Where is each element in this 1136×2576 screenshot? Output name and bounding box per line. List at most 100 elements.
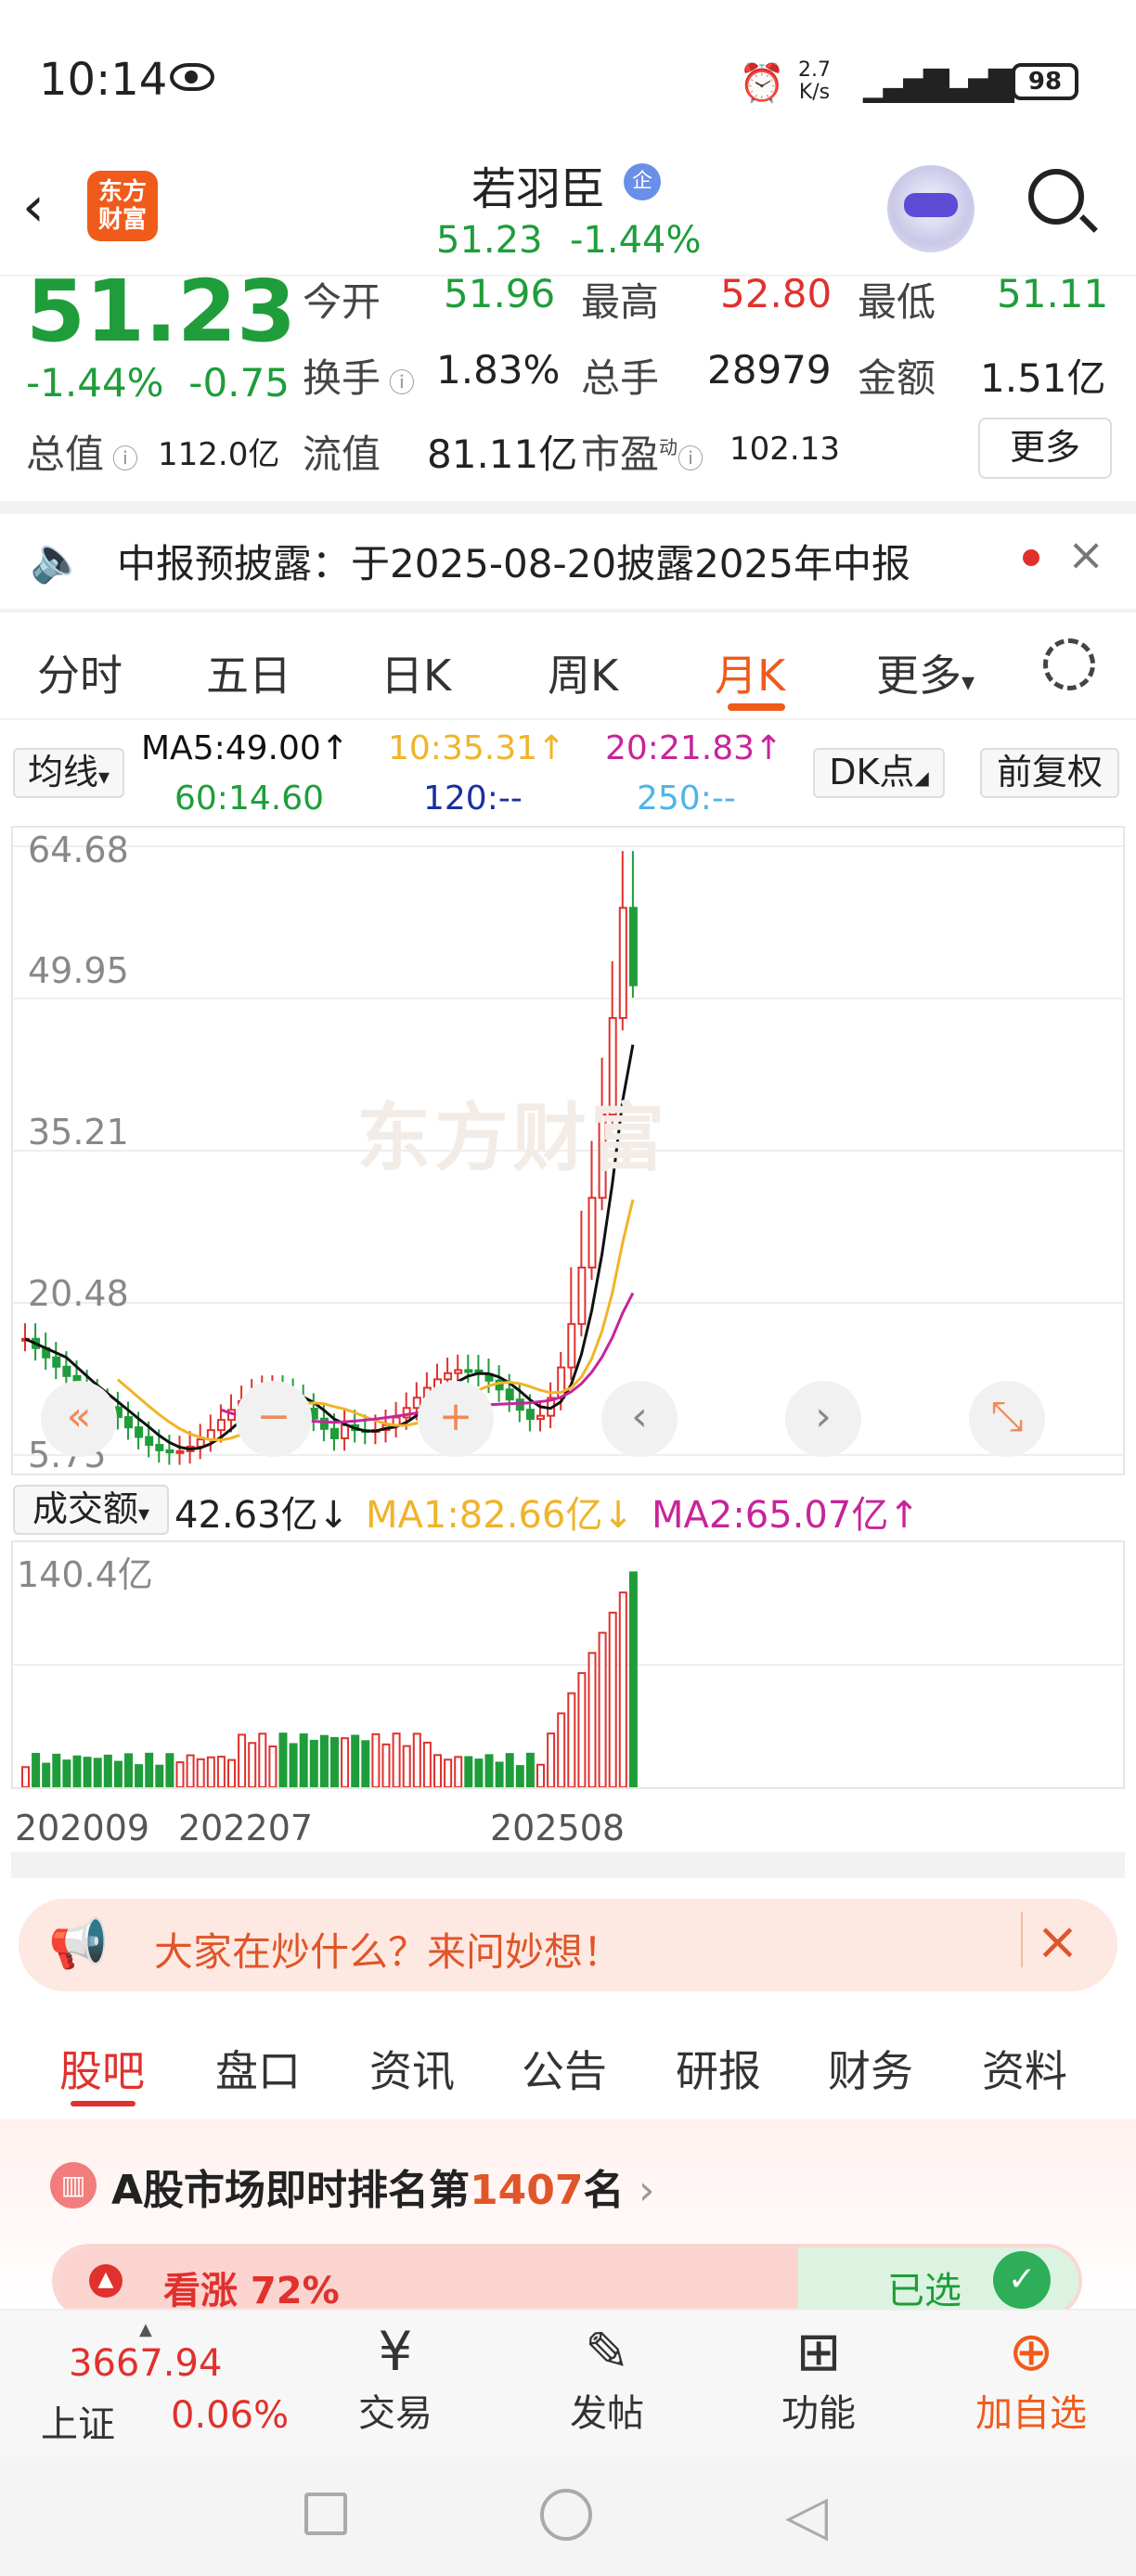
vote-bar[interactable]: ▲ 看涨 72% 已选 ✓ <box>52 2244 1082 2318</box>
tab-pankou[interactable]: 盘口 <box>215 2038 301 2099</box>
volume-bar <box>196 1758 205 1787</box>
candle <box>444 1372 453 1381</box>
up-arrow-icon: ▲ <box>89 2264 123 2298</box>
float-label: 流值 <box>303 431 381 477</box>
turnover-label[interactable]: 换手 ⓘ <box>303 347 415 404</box>
vote-selected-label: 已选 <box>887 2270 962 2312</box>
volume-bar <box>557 1712 566 1787</box>
assistant-robot-icon[interactable] <box>887 165 975 252</box>
divider <box>1021 1912 1023 1967</box>
volume-bar <box>72 1755 82 1787</box>
volume-bar <box>495 1761 504 1787</box>
back-icon[interactable]: ‹ <box>22 174 45 239</box>
volume-bar <box>351 1734 360 1787</box>
tab-monthk[interactable]: 月K <box>715 642 785 703</box>
fullscreen-icon[interactable]: ⤡ <box>969 1381 1045 1457</box>
trade-button[interactable]: ¥ 交易 <box>340 2320 451 2437</box>
index-name[interactable]: 上证 <box>41 2394 115 2448</box>
zoom-in-icon[interactable]: + <box>418 1381 494 1457</box>
volume-svg[interactable] <box>13 1542 1123 1787</box>
promo-text[interactable]: 大家在炒什么？来问妙想！ <box>154 1921 622 1977</box>
volume-bar <box>422 1741 432 1787</box>
scroll-start-icon[interactable]: « <box>41 1381 117 1457</box>
add-watchlist-button[interactable]: ⊕ 加自选 <box>962 2320 1101 2437</box>
tab-ziliao[interactable]: 资料 <box>982 2038 1067 2099</box>
volume-bar <box>227 1758 236 1787</box>
search-icon[interactable] <box>1028 169 1084 225</box>
mktcap-label[interactable]: 总值 ⓘ <box>26 423 138 480</box>
scroll-left-icon[interactable]: ‹ <box>601 1381 678 1457</box>
app-logo[interactable]: 东方 财富 <box>87 171 158 241</box>
zoom-out-icon[interactable]: − <box>236 1381 312 1457</box>
fq-button[interactable]: 前复权 <box>980 748 1119 798</box>
tab-gonggao[interactable]: 公告 <box>522 2038 607 2099</box>
speaker-icon: 🔈 <box>30 534 85 586</box>
volume-select[interactable]: 成交额▾ <box>13 1485 169 1535</box>
tab-zixun[interactable]: 资讯 <box>369 2038 455 2099</box>
tab-fenshi[interactable]: 分时 <box>37 642 123 703</box>
tab-more[interactable]: 更多▾ <box>876 642 975 703</box>
ma-select[interactable]: 均线▾ <box>13 748 124 798</box>
volume-bar <box>381 1743 391 1787</box>
tab-dayk[interactable]: 日K <box>381 642 451 703</box>
volume-value: 28979 <box>707 347 832 393</box>
candle <box>175 1449 185 1454</box>
post-button[interactable]: ✎ 发帖 <box>551 2320 663 2437</box>
volume-bar <box>618 1591 627 1787</box>
bottom-nav: ▲ 3667.94 上证 0.06% ¥ 交易 ✎ 发帖 ⊞ 功能 ⊕ 加自选 <box>0 2309 1136 2459</box>
tab-caiwu[interactable]: 财务 <box>828 2038 913 2099</box>
home-icon[interactable] <box>540 2489 592 2541</box>
scroll-right-icon[interactable]: › <box>785 1381 861 1457</box>
tab-weekk[interactable]: 周K <box>548 642 618 703</box>
candle <box>587 1196 597 1269</box>
volume-bar <box>113 1760 123 1787</box>
volume-bar <box>412 1732 421 1787</box>
volume-bar <box>248 1742 257 1787</box>
volume-bar <box>145 1752 154 1787</box>
watermark: 东方财富 <box>356 1095 668 1181</box>
open-value: 51.96 <box>444 271 556 316</box>
yen-exchange-icon: ¥ <box>378 2320 413 2383</box>
close-icon[interactable]: × <box>1036 1912 1079 1972</box>
candle <box>330 1427 339 1439</box>
volume-ma2: MA2:65.07亿↑ <box>652 1494 920 1537</box>
gear-icon[interactable] <box>1043 638 1095 690</box>
candle <box>135 1426 144 1438</box>
volume-bar <box>628 1571 638 1787</box>
volume-ma1: MA1:82.66亿↓ <box>366 1494 634 1537</box>
x-label: 202207 <box>178 1808 314 1848</box>
functions-button[interactable]: ⊞ 功能 <box>763 2320 874 2437</box>
back-nav-icon[interactable]: ◁ <box>785 2483 828 2548</box>
pe-label[interactable]: 市盈动ⓘ <box>581 423 704 480</box>
tab-yanbao[interactable]: 研报 <box>676 2038 761 2099</box>
change-line: -1.44% -0.75 <box>26 360 290 406</box>
notice-text[interactable]: 中报预披露：于2025-08-20披露2025年中报 <box>117 533 910 589</box>
index-change: 0.06% <box>171 2394 290 2437</box>
candle <box>505 1388 514 1401</box>
candle <box>536 1414 545 1421</box>
dk-button[interactable]: DK点◢ <box>813 748 945 798</box>
system-nav-bar: ◁ <box>0 2457 1136 2576</box>
volume-bar <box>32 1752 41 1787</box>
edit-icon: ✎ <box>584 2320 630 2383</box>
status-bar: 10:14 ⏰ 2.7 K/s ▁▃▅▇ ▁▃▅▇ 98 <box>0 0 1136 167</box>
volume-chart[interactable]: 140.4亿 <box>11 1540 1125 1789</box>
ai-promo-banner[interactable]: 📢 大家在炒什么？来问妙想！ × <box>19 1899 1117 1991</box>
tab-guba[interactable]: 股吧 <box>59 2038 145 2099</box>
close-icon[interactable]: × <box>1067 529 1104 581</box>
divider <box>0 609 1136 612</box>
more-button[interactable]: 更多 <box>978 418 1112 479</box>
status-time: 10:14 <box>39 54 168 106</box>
recents-icon[interactable] <box>304 2492 347 2535</box>
pe-value: 102.13 <box>729 431 840 468</box>
header-price: 51.23 <box>436 219 543 262</box>
candle <box>628 907 638 986</box>
kline-chart[interactable]: 东方财富 64.68 49.95 35.21 20.48 5.75 « − + … <box>11 826 1125 1475</box>
alarm-icon: ⏰ <box>739 62 785 105</box>
volume-bar <box>216 1756 226 1787</box>
ranking-text[interactable]: A股市场即时排名第1407名 › <box>111 2157 654 2216</box>
index-value[interactable]: 3667.94 <box>69 2342 222 2385</box>
y-label: 64.68 <box>28 830 129 870</box>
tab-wuri[interactable]: 五日 <box>206 642 291 703</box>
volume-bar <box>608 1611 617 1787</box>
